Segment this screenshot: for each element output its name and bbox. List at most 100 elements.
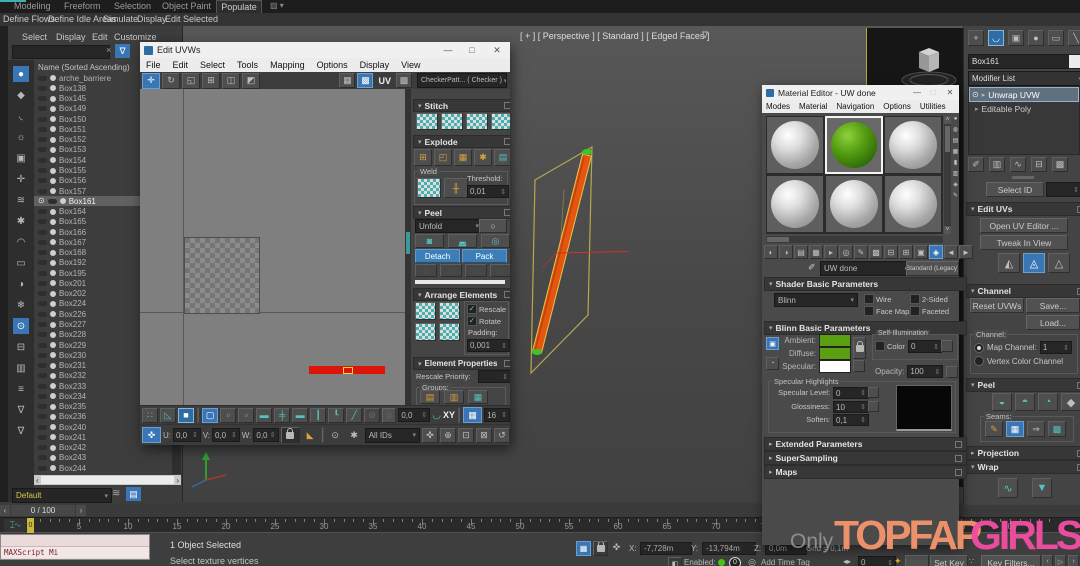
select-cube-icon[interactable]: ▢ [202,408,218,423]
item-hide-toggle[interactable] [38,332,47,337]
blinn-rollout-header[interactable]: ▾Blinn Basic Parameters [764,321,967,335]
surface-wrap-icon[interactable]: ▼ [1032,478,1052,498]
align-v-icon[interactable]: ▬ [292,408,308,423]
tab-populate[interactable]: Populate [216,0,262,14]
show-end-result-icon[interactable]: ▥ [989,157,1005,172]
next-frame-icon[interactable]: › [1068,555,1079,566]
group-select-icon[interactable]: ▥ [444,390,464,404]
sort-icon[interactable]: ≡ [13,381,29,397]
range-next-button[interactable]: › [76,505,86,516]
item-hide-toggle[interactable] [38,455,47,460]
ambient-map-button[interactable] [853,360,865,372]
scene-list-item[interactable]: Box244 [34,463,172,473]
flatten-icon[interactable]: ▤ [494,149,510,166]
explorer-preset-dropdown[interactable]: Default▾ [12,488,112,503]
w-spinner[interactable]: 0,0⇕ [253,428,278,442]
rotate-angle-button[interactable]: ◌ [382,408,396,423]
stitch-source-icon[interactable] [466,113,488,130]
maxscript-mini-listener[interactable]: MAXScript Mi [0,534,150,560]
map-channel-radio[interactable] [974,343,984,353]
standard-icon[interactable]: ▣ [914,245,928,259]
all-ids-dropdown[interactable]: All IDs▾ [365,428,420,443]
edit-seams-icon[interactable]: ✎ [985,421,1003,437]
supersampling-rollout[interactable]: ▸SuperSampling [764,451,967,465]
item-hide-toggle[interactable] [38,301,47,306]
lock-selection-icon[interactable] [281,427,300,443]
preset-view-button[interactable]: ▤ [126,487,141,501]
arrange-v-icon[interactable] [439,323,460,341]
set-key-button[interactable]: Set Key [930,555,968,566]
edit-selected-button[interactable]: Edit Selected [165,14,218,24]
preset-layers-icon[interactable]: ≋ [112,488,120,499]
soften-spinner[interactable]: 0,1⇕ [833,414,869,426]
faceted-checkbox[interactable] [910,306,920,316]
uv-transform-icon[interactable]: ◭ [998,253,1020,273]
uvw-menu-select[interactable]: Select [200,60,225,70]
simulate-button[interactable]: Simulate [103,14,138,24]
viewport-filter-icon[interactable]: ∇ [702,30,708,41]
snap-checker-icon[interactable]: ▦ [339,73,355,88]
vertical-sample-icon[interactable]: ▮ [954,160,957,166]
bg-toggle-icon[interactable]: ▤ [953,138,959,144]
range-prev-button[interactable]: ‹ [0,505,10,516]
containers-icon[interactable]: ▭ [13,255,29,271]
item-hide-toggle[interactable] [38,137,47,142]
group-create-icon[interactable]: ▤ [420,390,440,404]
self-illum-color-checkbox[interactable] [875,341,885,351]
link-icon[interactable]: ⊟ [13,339,29,355]
me-vscrollbar[interactable]: ˄ ˅ [944,116,951,234]
rescale-priority-spinner[interactable]: ⇕ [478,370,510,383]
go-forward-icon[interactable]: ► [959,245,973,259]
threshold-spinner[interactable]: 0,01⇕ [467,185,509,198]
padding-spinner[interactable]: 0,001⇕ [467,339,510,352]
scene-3d-object[interactable] [480,130,780,410]
current-frame-spinner[interactable]: 0⇕ [858,556,896,566]
arrange-rollout-header[interactable]: ▾Arrange Elements [413,288,510,301]
item-hide-toggle[interactable] [38,322,47,327]
motion-tab-icon[interactable]: ● [1028,30,1044,46]
uv-edit-mode-icon[interactable]: ◬ [1023,253,1045,273]
color-lock-toggle-icon[interactable]: ▣ [766,337,779,350]
texture-list-icon[interactable]: ▩ [396,73,412,88]
explorer-menu-customize[interactable]: Customize [114,32,157,42]
soft-selection-falloff-icon[interactable]: ◡ [432,410,441,421]
mtl-map-navigator-icon[interactable]: ▩ [869,245,883,259]
uvw-menu-options[interactable]: Options [317,60,348,70]
item-hide-toggle[interactable] [38,466,47,471]
item-hide-toggle[interactable] [38,230,47,235]
assign-material-icon[interactable]: ⊟ [884,245,898,259]
item-hide-toggle[interactable] [38,106,47,111]
stitch-custom-icon[interactable] [416,113,438,130]
pelt-1-icon[interactable]: ◌ [415,264,437,277]
zoom-selected-icon[interactable]: ↺ [494,428,510,443]
tab-modeling[interactable]: Modeling [14,1,51,11]
filter-icon[interactable]: ∇ [13,423,29,439]
texture-picker-dropdown[interactable]: CheckerPatt... ( Checker )▾ [417,73,507,88]
uvw-menu-view[interactable]: View [401,60,420,70]
quick-peel-icon[interactable]: ◙ [415,234,444,248]
vertex-color-radio[interactable] [974,356,984,366]
explode-faces-icon[interactable]: ▦ [454,149,472,166]
key-mode-icon[interactable]: ✦ [894,556,902,566]
tab-freeform[interactable]: Freeform [64,1,101,11]
two-sided-checkbox[interactable] [910,294,920,304]
hierarchy-tab-icon[interactable]: ▣ [1008,30,1024,46]
shader-rollout-header[interactable]: ▾Shader Basic Parameters [764,277,967,291]
specular-level-map-button[interactable] [868,387,879,398]
mirror-icon[interactable]: ◫ [222,73,240,89]
stitch-average-icon[interactable] [441,113,463,130]
me-menu-material[interactable]: Material [799,102,827,111]
item-hide-toggle[interactable] [38,291,47,296]
backlight-icon[interactable]: ◑ [779,245,793,259]
self-illum-spinner[interactable]: 0⇕ [908,340,942,353]
video-check-icon[interactable]: ▸ [824,245,838,259]
projection-rollout-header[interactable]: ▸Projection [966,446,1080,460]
modifier-stack-item-unwrap[interactable]: ⊙ ▸ Unwrap UVW [969,87,1079,102]
me-menu-modes[interactable]: Modes [766,102,790,111]
selection-set-paw-icon[interactable]: ∵ [969,557,974,566]
selection-lock-icon[interactable] [593,541,608,556]
scene-list-item[interactable]: Box243 [34,453,172,463]
item-hide-toggle[interactable] [38,147,47,152]
specular-level-spinner[interactable]: 0⇕ [833,387,869,399]
time-tag-icon[interactable]: ◎ [746,557,758,566]
